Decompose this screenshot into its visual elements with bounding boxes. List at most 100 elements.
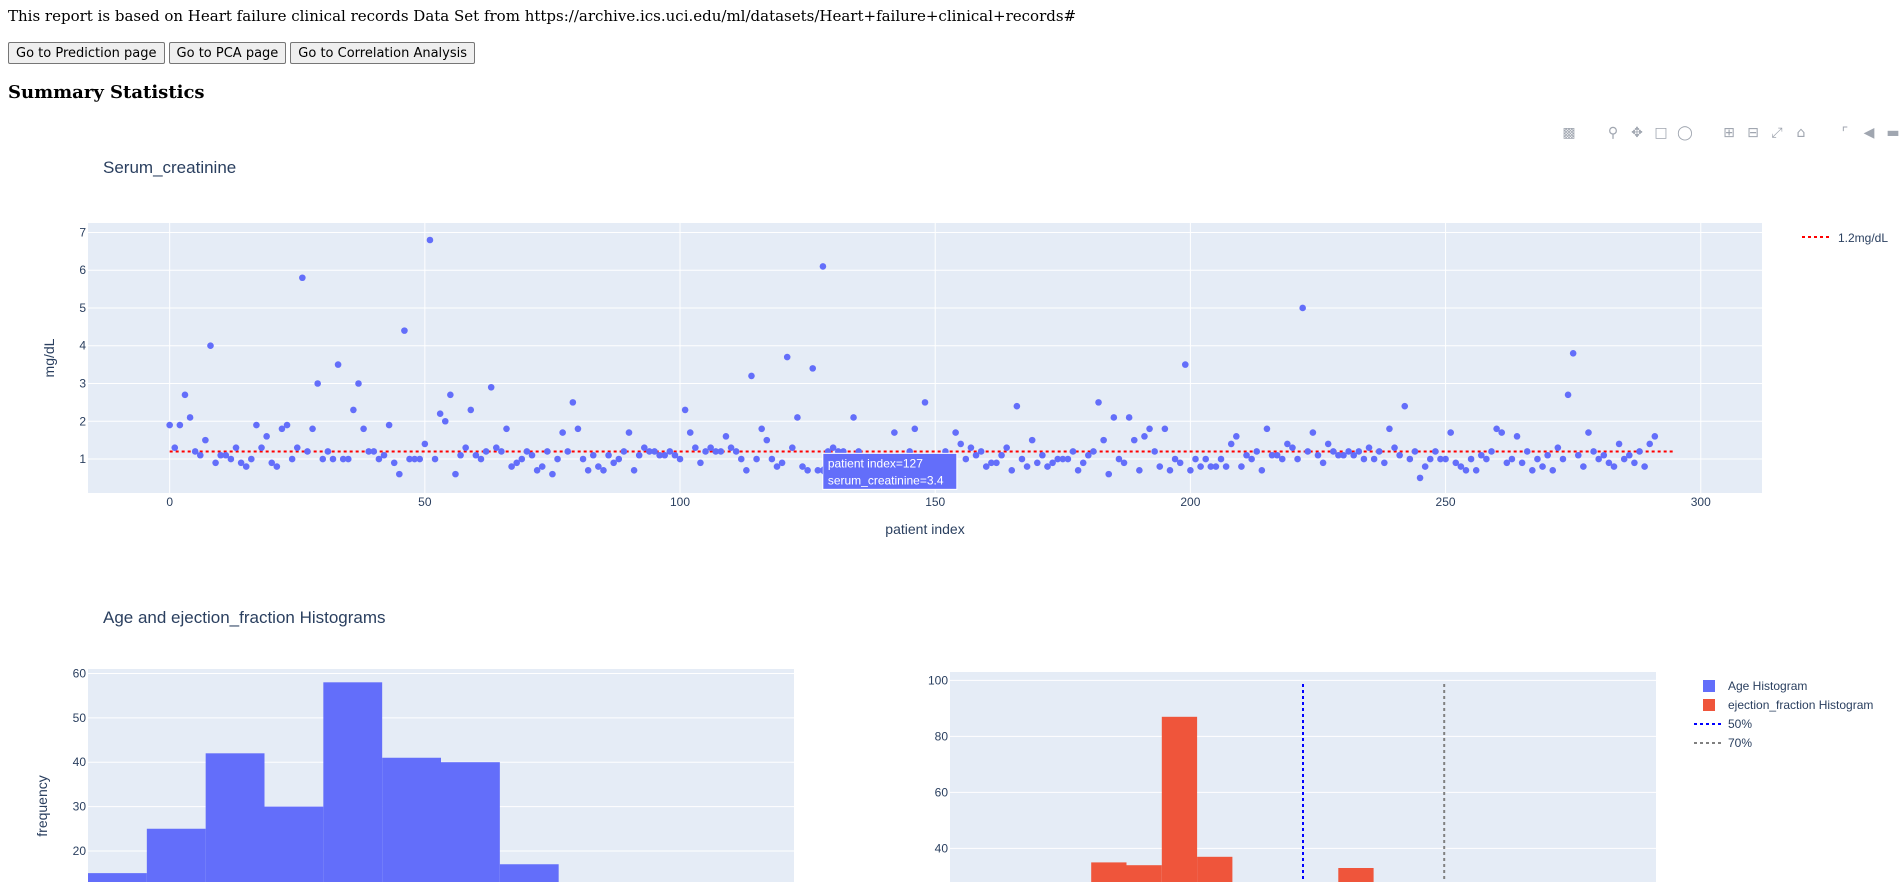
scatter-point[interactable] [1386, 425, 1393, 433]
scatter-point[interactable] [1294, 455, 1301, 463]
scatter-point[interactable] [1003, 444, 1010, 451]
scatter-point[interactable] [1033, 459, 1041, 467]
scatter-point[interactable] [1100, 436, 1107, 444]
scatter-point[interactable] [293, 444, 301, 451]
scatter-point[interactable] [1319, 459, 1327, 467]
scatter-legend[interactable]: 1.2mg/dL [1802, 231, 1888, 245]
scatter-point[interactable] [967, 444, 975, 451]
scatter-point[interactable] [212, 459, 219, 467]
scatter-point[interactable] [1467, 455, 1475, 463]
scatter-point[interactable] [181, 391, 189, 399]
scatter-point[interactable] [1156, 463, 1164, 470]
scatter-point[interactable] [692, 444, 699, 451]
scatter-point[interactable] [299, 274, 306, 282]
scatter-point[interactable] [1018, 455, 1026, 463]
scatter-point[interactable] [1559, 455, 1567, 463]
scatter-point[interactable] [1569, 349, 1577, 357]
age-bar[interactable] [499, 864, 559, 882]
scatter-point[interactable] [743, 467, 750, 474]
scatter-point[interactable] [1564, 391, 1572, 399]
scatter-point[interactable] [977, 448, 985, 455]
scatter-point[interactable] [1580, 463, 1587, 470]
scatter-point[interactable] [998, 451, 1005, 459]
scatter-point[interactable] [304, 448, 311, 455]
scatter-point[interactable] [758, 425, 765, 433]
scatter-point[interactable] [1125, 414, 1133, 421]
scatter-point[interactable] [544, 448, 551, 455]
scatter-point[interactable] [768, 455, 776, 463]
scatter-point[interactable] [1248, 455, 1255, 463]
scatter-point[interactable] [620, 448, 628, 455]
scatter-point[interactable] [635, 451, 643, 459]
scatter-point[interactable] [697, 459, 704, 467]
scatter-point[interactable] [804, 467, 811, 474]
scatter-point[interactable] [176, 421, 184, 429]
scatter-point[interactable] [1523, 448, 1531, 455]
scatter-point[interactable] [1615, 440, 1623, 448]
scatter-point[interactable] [258, 444, 265, 451]
scatter-point[interactable] [288, 455, 296, 463]
scatter-point[interactable] [1222, 463, 1230, 470]
scatter-point[interactable] [390, 459, 398, 467]
scatter-point[interactable] [993, 459, 1000, 467]
scatter-point[interactable] [574, 425, 582, 433]
scatter-point[interactable] [1483, 455, 1490, 463]
scatter-point[interactable] [1105, 470, 1113, 478]
scatter-point[interactable] [1110, 414, 1118, 421]
scatter-point[interactable] [314, 380, 321, 387]
scatter-point[interactable] [819, 263, 827, 270]
scatter-point[interactable] [1370, 455, 1378, 463]
scatter-point[interactable] [1074, 467, 1082, 474]
scatter-point[interactable] [1421, 463, 1429, 470]
scatter-point[interactable] [329, 455, 337, 463]
scatter-point[interactable] [1314, 451, 1322, 459]
scatter-point[interactable] [462, 444, 469, 451]
scatter-point[interactable] [1574, 451, 1582, 459]
age-bar[interactable] [205, 753, 265, 882]
scatter-point[interactable] [1090, 448, 1097, 455]
scatter-point[interactable] [957, 440, 965, 448]
scatter-point[interactable] [1263, 425, 1271, 433]
scatter-point[interactable] [1095, 399, 1102, 406]
scatter-point[interactable] [748, 372, 755, 380]
scatter-point[interactable] [1375, 448, 1383, 455]
scatter-point[interactable] [1202, 455, 1210, 463]
scatter-point[interactable] [1161, 425, 1169, 433]
scatter-point[interactable] [1462, 467, 1470, 474]
scatter-point[interactable] [605, 451, 612, 459]
scatter-point[interactable] [1136, 467, 1143, 474]
scatter-point[interactable] [1539, 463, 1546, 470]
scatter-point[interactable] [426, 236, 434, 244]
scatter-point[interactable] [809, 365, 817, 372]
scatter-point[interactable] [1626, 451, 1633, 459]
scatter-point[interactable] [1069, 448, 1077, 455]
scatter-point[interactable] [1013, 402, 1021, 410]
scatter-point[interactable] [1442, 455, 1449, 463]
scatter-point[interactable] [630, 467, 638, 474]
scatter-point[interactable] [1636, 448, 1643, 455]
scatter-point[interactable] [1141, 433, 1148, 440]
scatter-point[interactable] [753, 455, 760, 463]
scatter-point[interactable] [569, 399, 577, 406]
scatter-point[interactable] [891, 429, 898, 436]
scatter-point[interactable] [722, 433, 730, 440]
scatter-point[interactable] [319, 455, 327, 463]
scatter-point[interactable] [452, 470, 459, 478]
scatter-point[interactable] [1391, 444, 1398, 451]
scatter-point[interactable] [850, 414, 857, 421]
age-bar[interactable] [382, 757, 441, 882]
scatter-point[interactable] [1192, 455, 1199, 463]
scatter-point[interactable] [309, 425, 316, 433]
scatter-point[interactable] [1324, 440, 1332, 448]
scatter-point[interactable] [1590, 448, 1597, 455]
scatter-point[interactable] [1355, 448, 1363, 455]
scatter-point[interactable] [962, 455, 970, 463]
scatter-point[interactable] [171, 444, 179, 451]
age-bar[interactable] [88, 873, 147, 882]
scatter-point[interactable] [482, 448, 490, 455]
scatter-plot-area[interactable] [88, 223, 1762, 493]
scatter-point[interactable] [503, 425, 510, 433]
scatter-point[interactable] [1151, 448, 1158, 455]
scatter-point[interactable] [1028, 436, 1036, 444]
scatter-point[interactable] [273, 463, 281, 470]
